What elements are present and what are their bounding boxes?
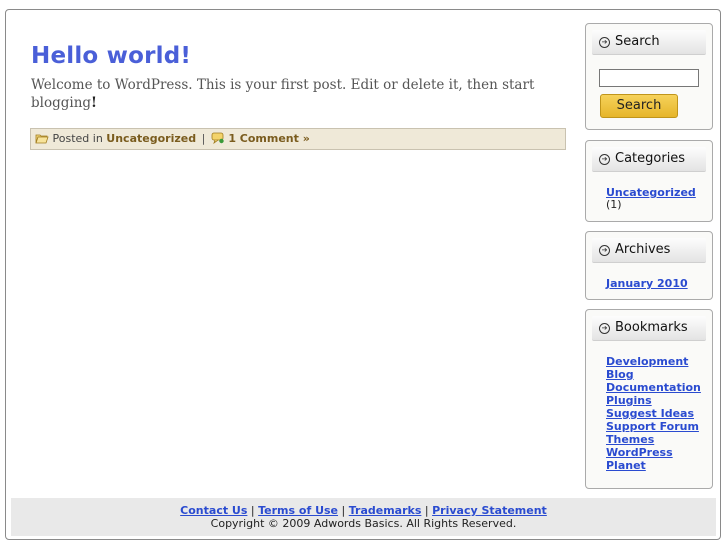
bookmarks-widget-heading: ➔ Bookmarks	[592, 316, 706, 341]
meta-separator: |	[201, 132, 206, 145]
meta-category-link[interactable]: Uncategorized	[106, 132, 196, 145]
post-body-text: Welcome to WordPress. This is your first…	[31, 77, 535, 111]
footer-copyright: Copyright © 2009 Adwords Basics. All Rig…	[210, 517, 517, 530]
categories-widget-title: Categories	[615, 151, 686, 166]
archives-widget: ➔ Archives January 2010	[585, 231, 713, 300]
meta-prefix: Posted in	[52, 132, 103, 145]
footer: Contact Us | Terms of Use | Trademarks |…	[11, 498, 716, 536]
search-widget-title: Search	[615, 34, 660, 49]
footer-link-terms-of-use[interactable]: Terms of Use	[258, 504, 338, 517]
post-meta: Posted in Uncategorized | 1 Comment »	[30, 128, 566, 150]
footer-links: Contact Us | Terms of Use | Trademarks |…	[11, 504, 716, 517]
categories-widget: ➔ Categories Uncategorized (1)	[585, 140, 713, 222]
bookmarks-widget-title: Bookmarks	[615, 320, 688, 335]
archives-widget-heading: ➔ Archives	[592, 238, 706, 263]
bookmark-link-suggest-ideas[interactable]: Suggest Ideas	[606, 407, 706, 420]
bookmarks-widget: ➔ Bookmarks Development Blog Documentatio…	[585, 309, 713, 489]
search-widget: ➔ Search Search	[585, 23, 713, 130]
arrow-circle-icon: ➔	[599, 323, 610, 334]
search-widget-heading: ➔ Search	[592, 30, 706, 55]
category-link[interactable]: Uncategorized	[606, 186, 712, 199]
arrow-circle-icon: ➔	[599, 37, 610, 48]
footer-separator: |	[341, 504, 346, 517]
footer-separator: |	[424, 504, 429, 517]
search-button[interactable]: Search	[600, 94, 678, 118]
category-count: (1)	[606, 198, 622, 211]
footer-link-contact-us[interactable]: Contact Us	[180, 504, 247, 517]
bookmark-link-plugins[interactable]: Plugins	[606, 394, 706, 407]
footer-separator: |	[250, 504, 255, 517]
bookmarks-list: Development Blog Documentation Plugins S…	[586, 341, 712, 472]
archives-widget-title: Archives	[615, 242, 671, 257]
page-frame: Hello world! Welcome to WordPress. This …	[5, 9, 721, 540]
search-input[interactable]	[599, 69, 699, 87]
bookmark-link-support-forum[interactable]: Support Forum	[606, 420, 706, 433]
footer-link-trademarks[interactable]: Trademarks	[349, 504, 422, 517]
arrow-circle-icon: ➔	[599, 245, 610, 256]
post-title[interactable]: Hello world!	[31, 43, 191, 69]
bookmark-link-documentation[interactable]: Documentation	[606, 381, 706, 394]
post-body-end: !	[91, 95, 97, 111]
bookmark-link-development-blog[interactable]: Development Blog	[606, 355, 706, 381]
folder-icon	[35, 131, 49, 151]
categories-list: Uncategorized (1)	[586, 172, 712, 211]
meta-comments-link[interactable]: 1 Comment »	[228, 132, 310, 145]
bookmark-link-themes[interactable]: Themes	[606, 433, 706, 446]
comment-icon	[211, 131, 225, 151]
archive-link[interactable]: January 2010	[606, 277, 712, 290]
archives-list: January 2010	[586, 263, 712, 290]
bookmark-link-wordpress-planet[interactable]: WordPress Planet	[606, 446, 706, 472]
categories-widget-heading: ➔ Categories	[592, 147, 706, 172]
arrow-circle-icon: ➔	[599, 154, 610, 165]
post-body: Welcome to WordPress. This is your first…	[31, 76, 571, 112]
footer-link-privacy-statement[interactable]: Privacy Statement	[432, 504, 547, 517]
